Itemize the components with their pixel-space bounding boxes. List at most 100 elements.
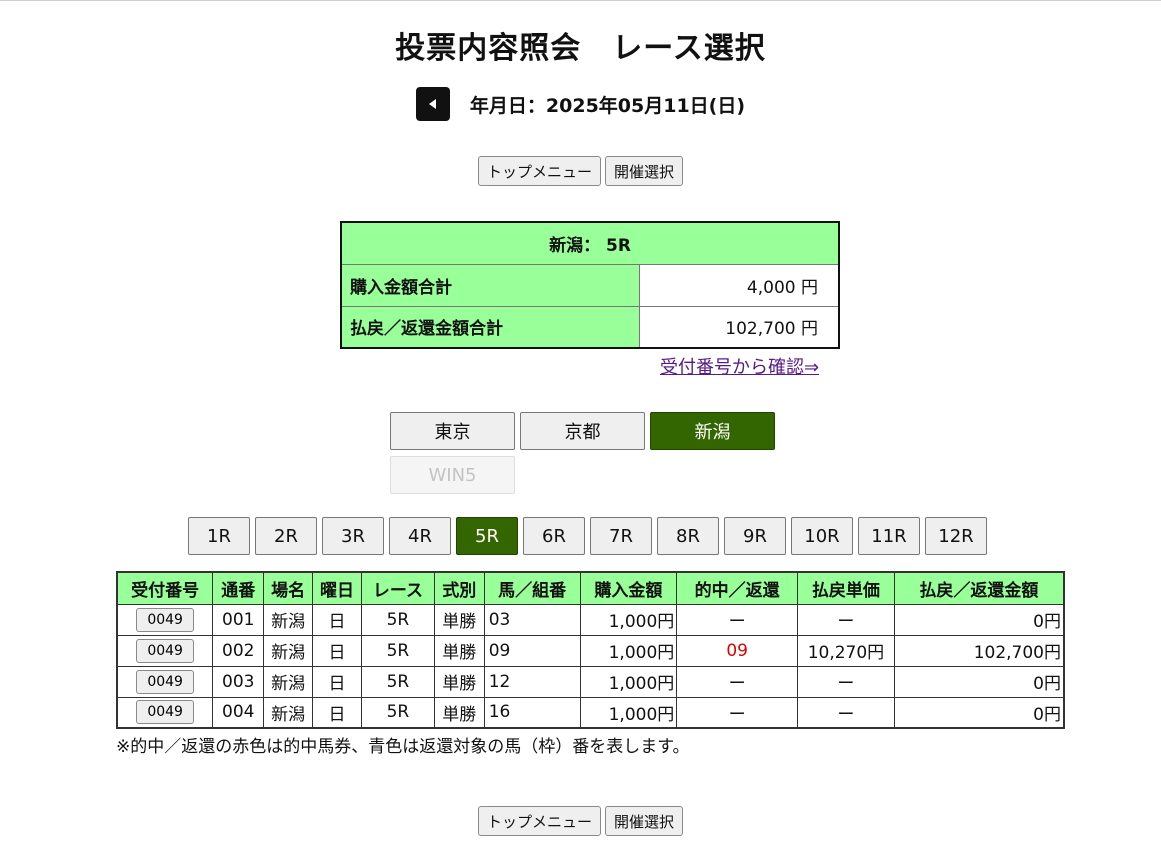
receipt-button[interactable]: 0049 bbox=[136, 638, 194, 663]
summary-table: 新潟： 5R 購入金額合計 4,000 円 払戻／返還金額合計 102,700 … bbox=[340, 221, 840, 349]
race-tab-3r[interactable]: 3R bbox=[322, 517, 384, 555]
col-header-day: 曜日 bbox=[312, 571, 362, 605]
payout-cell: 0円 bbox=[893, 665, 1065, 698]
date-label: 年月日：2025年05月11日(日) bbox=[469, 94, 746, 117]
venue-cell: 新潟 bbox=[263, 634, 314, 667]
race-tab-11r[interactable]: 11R bbox=[858, 517, 920, 555]
venue-tab-niigata[interactable]: 新潟 bbox=[650, 412, 775, 450]
col-header-type: 式別 bbox=[433, 571, 485, 605]
table-row: 0049 002 新潟 日 5R 単勝 09 1,000円 09 10,270円… bbox=[116, 634, 1065, 667]
top-menu-button-bottom[interactable]: トップメニュー bbox=[477, 806, 601, 836]
payout-cell: 0円 bbox=[893, 603, 1065, 636]
race-tab-8r[interactable]: 8R bbox=[657, 517, 719, 555]
race-tab-1r[interactable]: 1R bbox=[188, 517, 250, 555]
bet-results-table: 受付番号 通番 場名 曜日 レース 式別 馬／組番 購入金額 的中／返還 払戻単… bbox=[116, 571, 1065, 729]
hit-cell: ー bbox=[676, 603, 798, 636]
hit-cell: ー bbox=[676, 665, 798, 698]
race-tab-6r[interactable]: 6R bbox=[523, 517, 585, 555]
day-cell: 日 bbox=[312, 696, 362, 729]
table-row: 0049 004 新潟 日 5R 単勝 16 1,000円 ー ー 0円 bbox=[116, 696, 1065, 729]
venue-tab-kyoto[interactable]: 京都 bbox=[520, 412, 645, 450]
col-header-receipt: 受付番号 bbox=[116, 571, 214, 605]
refund-total-value: 102,700 円 bbox=[638, 305, 840, 349]
serial-cell: 002 bbox=[212, 634, 265, 667]
day-cell: 日 bbox=[312, 665, 362, 698]
col-header-amount: 購入金額 bbox=[579, 571, 678, 605]
type-cell: 単勝 bbox=[433, 696, 485, 729]
unit-cell: 10,270円 bbox=[797, 634, 895, 667]
date-row: 年月日：2025年05月11日(日) bbox=[0, 87, 1161, 121]
venue-cell: 新潟 bbox=[263, 696, 314, 729]
race-tab-2r[interactable]: 2R bbox=[255, 517, 317, 555]
race-tab-5r[interactable]: 5R bbox=[456, 517, 518, 555]
number-cell: 03 bbox=[483, 603, 581, 636]
day-cell: 日 bbox=[312, 634, 362, 667]
hit-cell: ー bbox=[676, 696, 798, 729]
page-title: 投票内容照会 レース選択 bbox=[395, 31, 766, 66]
purchase-total-label: 購入金額合計 bbox=[340, 263, 640, 307]
number-cell: 16 bbox=[483, 696, 581, 729]
col-header-number: 馬／組番 bbox=[483, 571, 581, 605]
amount-cell: 1,000円 bbox=[579, 634, 678, 667]
type-cell: 単勝 bbox=[433, 634, 485, 667]
receipt-cell: 0049 bbox=[116, 665, 214, 698]
col-header-unit: 払戻単価 bbox=[797, 571, 895, 605]
summary-heading: 新潟： 5R bbox=[340, 221, 840, 265]
payout-cell: 102,700円 bbox=[893, 634, 1065, 667]
top-menu-button[interactable]: トップメニュー bbox=[477, 156, 601, 186]
serial-cell: 001 bbox=[212, 603, 265, 636]
table-row: 0049 003 新潟 日 5R 単勝 12 1,000円 ー ー 0円 bbox=[116, 665, 1065, 698]
type-cell: 単勝 bbox=[433, 603, 485, 636]
number-cell: 12 bbox=[483, 665, 581, 698]
venue-cell: 新潟 bbox=[263, 603, 314, 636]
venue-select-button[interactable]: 開催選択 bbox=[605, 156, 684, 186]
race-cell: 5R bbox=[361, 696, 435, 729]
col-header-venue: 場名 bbox=[263, 571, 314, 605]
venue-tab-tokyo[interactable]: 東京 bbox=[390, 412, 515, 450]
prev-date-button[interactable] bbox=[415, 87, 450, 121]
confirm-by-receipt-link[interactable]: 受付番号から確認⇒ bbox=[660, 353, 819, 379]
bottom-nav: トップメニュー 開催選択 bbox=[0, 806, 1161, 836]
receipt-cell: 0049 bbox=[116, 603, 214, 636]
col-header-hit: 的中／返還 bbox=[676, 571, 798, 605]
race-tab-9r[interactable]: 9R bbox=[724, 517, 786, 555]
race-tab-7r[interactable]: 7R bbox=[590, 517, 652, 555]
table-row: 0049 001 新潟 日 5R 単勝 03 1,000円 ー ー 0円 bbox=[116, 603, 1065, 636]
type-cell: 単勝 bbox=[433, 665, 485, 698]
race-tabs: 1R 2R 3R 4R 5R 6R 7R 8R 9R 10R 11R 12R bbox=[188, 517, 987, 555]
venue-tabs: 東京 京都 新潟 bbox=[390, 412, 775, 450]
receipt-button[interactable]: 0049 bbox=[136, 669, 194, 694]
legend-note: ※的中／返還の赤色は的中馬券、青色は返還対象の馬（枠）番を表します。 bbox=[116, 737, 690, 757]
hit-cell: 09 bbox=[676, 634, 798, 667]
venue-select-button-bottom[interactable]: 開催選択 bbox=[605, 806, 684, 836]
amount-cell: 1,000円 bbox=[579, 696, 678, 729]
venue-cell: 新潟 bbox=[263, 665, 314, 698]
triangle-left-icon bbox=[428, 99, 436, 109]
col-header-payout: 払戻／返還金額 bbox=[893, 571, 1065, 605]
day-cell: 日 bbox=[312, 603, 362, 636]
col-header-serial: 通番 bbox=[212, 571, 265, 605]
refund-total-label: 払戻／返還金額合計 bbox=[340, 305, 640, 349]
top-nav: トップメニュー 開催選択 bbox=[0, 156, 1161, 186]
unit-cell: ー bbox=[797, 665, 895, 698]
serial-cell: 004 bbox=[212, 696, 265, 729]
table-header-row: 受付番号 通番 場名 曜日 レース 式別 馬／組番 購入金額 的中／返還 払戻単… bbox=[116, 571, 1065, 605]
amount-cell: 1,000円 bbox=[579, 665, 678, 698]
payout-cell: 0円 bbox=[893, 696, 1065, 729]
race-cell: 5R bbox=[361, 603, 435, 636]
race-cell: 5R bbox=[361, 665, 435, 698]
race-tab-12r[interactable]: 12R bbox=[925, 517, 987, 555]
receipt-cell: 0049 bbox=[116, 634, 214, 667]
purchase-total-value: 4,000 円 bbox=[638, 263, 840, 307]
amount-cell: 1,000円 bbox=[579, 603, 678, 636]
number-cell: 09 bbox=[483, 634, 581, 667]
race-cell: 5R bbox=[361, 634, 435, 667]
receipt-button[interactable]: 0049 bbox=[136, 607, 194, 632]
win5-button: WIN5 bbox=[390, 456, 515, 494]
unit-cell: ー bbox=[797, 603, 895, 636]
serial-cell: 003 bbox=[212, 665, 265, 698]
race-tab-10r[interactable]: 10R bbox=[791, 517, 853, 555]
receipt-cell: 0049 bbox=[116, 696, 214, 729]
receipt-button[interactable]: 0049 bbox=[136, 700, 194, 725]
race-tab-4r[interactable]: 4R bbox=[389, 517, 451, 555]
